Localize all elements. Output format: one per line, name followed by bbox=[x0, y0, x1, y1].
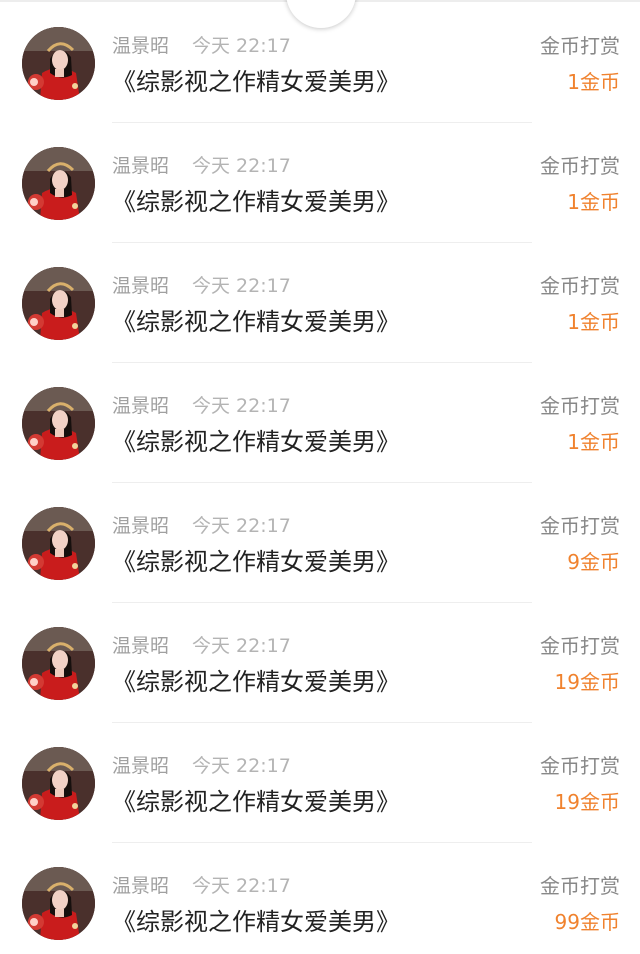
avatar-photo-icon bbox=[22, 387, 95, 460]
reward-time: 今天 22:17 bbox=[192, 395, 291, 417]
avatar-photo-icon bbox=[22, 147, 95, 220]
reward-amount: 9金币 bbox=[567, 550, 620, 574]
reward-list-item[interactable]: 温景昭 今天 22:17 《综影视之作精女爱美男》 金币打赏 1金币 bbox=[0, 120, 640, 243]
user-name: 温景昭 bbox=[112, 155, 170, 177]
reward-action: 金币打赏 bbox=[540, 274, 620, 298]
user-avatar[interactable] bbox=[22, 627, 95, 700]
book-title: 《综影视之作精女爱美男》 bbox=[112, 188, 400, 216]
avatar-photo-icon bbox=[22, 507, 95, 580]
reward-amount: 99金币 bbox=[554, 910, 620, 934]
user-avatar[interactable] bbox=[22, 147, 95, 220]
avatar-photo-icon bbox=[22, 267, 95, 340]
reward-time: 今天 22:17 bbox=[192, 755, 291, 777]
user-name: 温景昭 bbox=[112, 635, 170, 657]
reward-time: 今天 22:17 bbox=[192, 155, 291, 177]
reward-list-item[interactable]: 温景昭 今天 22:17 《综影视之作精女爱美男》 金币打赏 99金币 bbox=[0, 840, 640, 954]
reward-action: 金币打赏 bbox=[540, 874, 620, 898]
reward-amount: 1金币 bbox=[567, 430, 620, 454]
reward-list-item[interactable]: 温景昭 今天 22:17 《综影视之作精女爱美男》 金币打赏 1金币 bbox=[0, 240, 640, 363]
book-title: 《综影视之作精女爱美男》 bbox=[112, 908, 400, 936]
user-avatar[interactable] bbox=[22, 267, 95, 340]
reward-time: 今天 22:17 bbox=[192, 35, 291, 57]
book-title: 《综影视之作精女爱美男》 bbox=[112, 428, 400, 456]
user-avatar[interactable] bbox=[22, 507, 95, 580]
user-name: 温景昭 bbox=[112, 35, 170, 57]
reward-amount: 1金币 bbox=[567, 190, 620, 214]
reward-action: 金币打赏 bbox=[540, 754, 620, 778]
user-avatar[interactable] bbox=[22, 27, 95, 100]
reward-records-screen: 温景昭 今天 22:17 《综影视之作精女爱美男》 金币打赏 1金币 温景昭 今… bbox=[0, 0, 640, 954]
avatar-photo-icon bbox=[22, 27, 95, 100]
reward-amount: 1金币 bbox=[567, 310, 620, 334]
user-avatar[interactable] bbox=[22, 867, 95, 940]
reward-action: 金币打赏 bbox=[540, 154, 620, 178]
user-avatar[interactable] bbox=[22, 747, 95, 820]
user-name: 温景昭 bbox=[112, 275, 170, 297]
avatar-photo-icon bbox=[22, 747, 95, 820]
reward-action: 金币打赏 bbox=[540, 514, 620, 538]
reward-list-item[interactable]: 温景昭 今天 22:17 《综影视之作精女爱美男》 金币打赏 9金币 bbox=[0, 480, 640, 603]
reward-time: 今天 22:17 bbox=[192, 875, 291, 897]
reward-amount: 1金币 bbox=[567, 70, 620, 94]
reward-time: 今天 22:17 bbox=[192, 515, 291, 537]
user-name: 温景昭 bbox=[112, 395, 170, 417]
user-name: 温景昭 bbox=[112, 515, 170, 537]
book-title: 《综影视之作精女爱美男》 bbox=[112, 548, 400, 576]
reward-list-item[interactable]: 温景昭 今天 22:17 《综影视之作精女爱美男》 金币打赏 19金币 bbox=[0, 600, 640, 723]
reward-action: 金币打赏 bbox=[540, 34, 620, 58]
avatar-photo-icon bbox=[22, 627, 95, 700]
avatar-photo-icon bbox=[22, 867, 95, 940]
book-title: 《综影视之作精女爱美男》 bbox=[112, 68, 400, 96]
reward-list-item[interactable]: 温景昭 今天 22:17 《综影视之作精女爱美男》 金币打赏 1金币 bbox=[0, 0, 640, 123]
book-title: 《综影视之作精女爱美男》 bbox=[112, 668, 400, 696]
reward-amount: 19金币 bbox=[554, 670, 620, 694]
book-title: 《综影视之作精女爱美男》 bbox=[112, 308, 400, 336]
reward-list-item[interactable]: 温景昭 今天 22:17 《综影视之作精女爱美男》 金币打赏 19金币 bbox=[0, 720, 640, 843]
reward-list-item[interactable]: 温景昭 今天 22:17 《综影视之作精女爱美男》 金币打赏 1金币 bbox=[0, 360, 640, 483]
book-title: 《综影视之作精女爱美男》 bbox=[112, 788, 400, 816]
reward-time: 今天 22:17 bbox=[192, 635, 291, 657]
reward-time: 今天 22:17 bbox=[192, 275, 291, 297]
reward-action: 金币打赏 bbox=[540, 394, 620, 418]
user-name: 温景昭 bbox=[112, 875, 170, 897]
reward-action: 金币打赏 bbox=[540, 634, 620, 658]
user-avatar[interactable] bbox=[22, 387, 95, 460]
reward-amount: 19金币 bbox=[554, 790, 620, 814]
user-name: 温景昭 bbox=[112, 755, 170, 777]
